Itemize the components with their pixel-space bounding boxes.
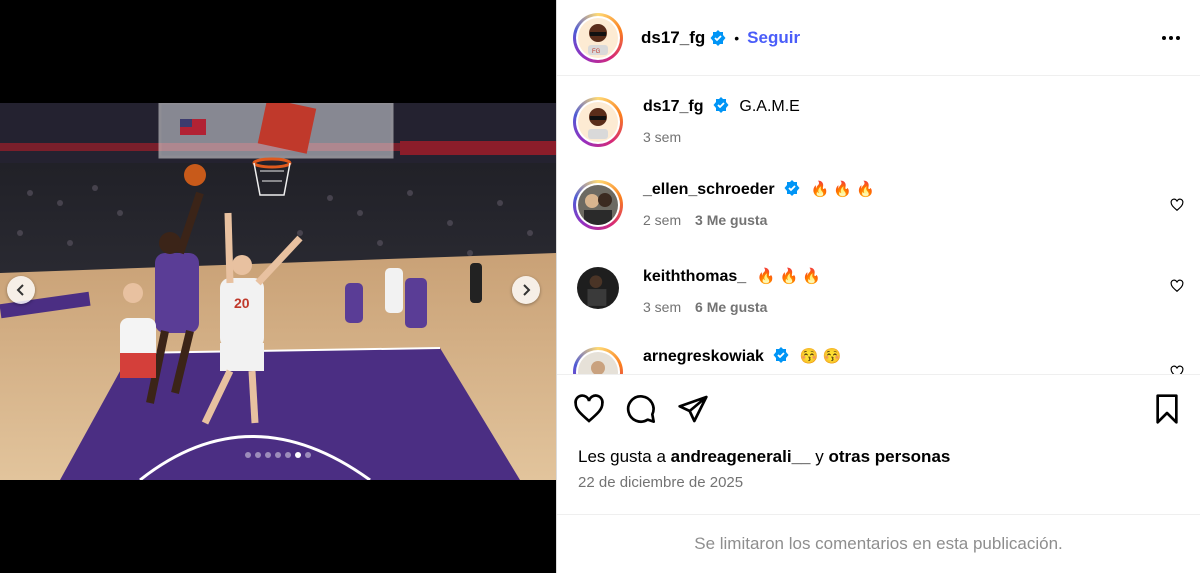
likes-prefix: Les gusta a <box>578 447 666 466</box>
author-username[interactable]: ds17_fg <box>641 28 705 48</box>
comment-body: _ellen_schroeder 🔥 🔥 🔥 2 sem 3 Me gusta <box>643 180 875 228</box>
avatar-image <box>578 185 618 225</box>
comments-limited-notice: Se limitaron los comentarios en esta pub… <box>557 514 1200 573</box>
svg-text:FG: FG <box>592 49 601 55</box>
avatar-border <box>576 350 620 374</box>
comment-icon[interactable] <box>625 393 657 425</box>
slide-indicator <box>0 452 556 458</box>
avatar-border <box>576 183 620 227</box>
slide-dot <box>295 452 301 458</box>
post-header: FG ds17_fg • Seguir <box>557 0 1200 76</box>
comment-avatar[interactable] <box>577 267 619 314</box>
caption-body: ds17_fg G.A.M.E 3 sem <box>643 97 800 145</box>
comment-time: 2 sem <box>643 212 682 228</box>
comments-list[interactable]: ds17_fg G.A.M.E 3 sem _ellen_schroeder 🔥… <box>557 77 1200 374</box>
slide-dot <box>305 452 311 458</box>
comment-body: keiththomas_ 🔥 🔥 🔥 3 sem 6 Me gusta <box>643 267 821 315</box>
avatar-image <box>578 352 618 374</box>
verified-icon <box>784 180 800 196</box>
author-avatar[interactable]: FG <box>573 12 623 63</box>
comment-avatar[interactable] <box>573 347 623 374</box>
verified-icon <box>773 347 789 363</box>
avatar-illustration <box>578 102 618 142</box>
post-date[interactable]: 22 de diciembre de 2025 <box>578 474 743 491</box>
avatar-border <box>576 100 620 144</box>
avatar-photo <box>577 267 619 309</box>
media-panel: 20 <box>0 0 556 573</box>
separator-dot: • <box>734 29 740 46</box>
avatar-image <box>578 102 618 142</box>
avatar-illustration: FG <box>578 17 618 58</box>
basketball-photo: 20 <box>0 103 556 480</box>
share-icon[interactable] <box>677 393 709 425</box>
avatar-photo <box>578 352 618 374</box>
comment-likes[interactable]: 6 Me gusta <box>695 299 767 315</box>
comment-username[interactable]: keiththomas_ <box>643 268 746 285</box>
verified-icon <box>713 97 729 113</box>
next-slide-button[interactable] <box>512 276 540 304</box>
action-bar <box>573 393 1184 425</box>
chevron-right-icon <box>523 284 531 296</box>
bookmark-icon[interactable] <box>1151 393 1183 425</box>
verified-icon <box>710 29 726 46</box>
heart-icon[interactable] <box>1170 198 1184 212</box>
caption-avatar[interactable] <box>573 97 623 147</box>
previous-slide-button[interactable] <box>7 276 35 304</box>
likes-others-link[interactable]: otras personas <box>828 447 950 466</box>
heart-icon[interactable] <box>573 393 605 425</box>
more-options-icon[interactable] <box>1158 32 1184 44</box>
comment-text: 😚 😚 <box>799 348 842 365</box>
caption-username[interactable]: ds17_fg <box>643 98 703 115</box>
likes-conjunction: y <box>815 447 824 466</box>
avatar-border: FG <box>576 15 620 60</box>
svg-text:20: 20 <box>234 295 250 311</box>
likes-user-link[interactable]: andreagenerali__ <box>671 447 811 466</box>
instagram-post-modal: 20 FG ds17_fg • Seguir ds17_fg G.A.M.E 3… <box>0 0 1200 573</box>
slide-dot <box>265 452 271 458</box>
post-photo[interactable]: 20 <box>0 103 556 480</box>
comment-avatar[interactable] <box>573 180 623 230</box>
likes-summary: Les gusta a andreagenerali__ y otras per… <box>578 447 950 467</box>
comment-body: arnegreskowiak 😚 😚 <box>643 347 841 367</box>
comment-text: 🔥 🔥 🔥 <box>810 181 875 198</box>
slide-dot <box>285 452 291 458</box>
follow-button[interactable]: Seguir <box>747 28 800 48</box>
slide-dot <box>275 452 281 458</box>
comment-time: 3 sem <box>643 299 682 315</box>
comment-likes[interactable]: 3 Me gusta <box>695 212 767 228</box>
slide-dot <box>255 452 261 458</box>
heart-icon[interactable] <box>1170 365 1184 374</box>
caption-time: 3 sem <box>643 129 682 145</box>
comment-username[interactable]: _ellen_schroeder <box>643 181 775 198</box>
avatar-photo <box>578 185 618 225</box>
comment-username[interactable]: arnegreskowiak <box>643 348 764 365</box>
avatar-image: FG <box>578 17 618 58</box>
heart-icon[interactable] <box>1170 279 1184 293</box>
chevron-left-icon <box>16 284 24 296</box>
slide-dot <box>245 452 251 458</box>
post-actions: Les gusta a andreagenerali__ y otras per… <box>557 374 1200 514</box>
caption-text: G.A.M.E <box>739 98 800 115</box>
post-details-panel: FG ds17_fg • Seguir ds17_fg G.A.M.E 3 se… <box>556 0 1200 573</box>
comment-text: 🔥 🔥 🔥 <box>756 268 821 285</box>
